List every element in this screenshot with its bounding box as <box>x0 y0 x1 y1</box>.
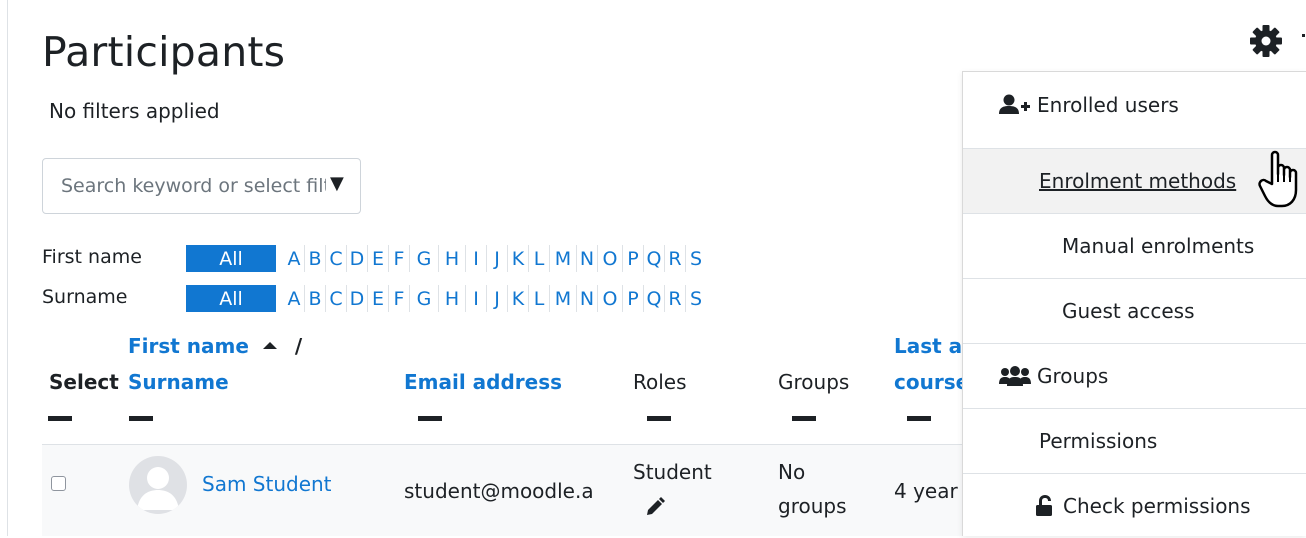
users-icon <box>999 366 1031 386</box>
first-name-initial[interactable]: E <box>367 245 388 272</box>
menu-item-label: Manual enrolments <box>1062 234 1255 258</box>
avatar <box>129 456 187 514</box>
header-groups: Groups <box>778 370 850 394</box>
search-filter-box[interactable]: ▼ <box>42 158 361 214</box>
gear-dropdown-caret-icon[interactable] <box>1302 34 1305 37</box>
first-name-initial[interactable]: J <box>486 245 507 272</box>
first-name-initial[interactable]: R <box>664 245 685 272</box>
collapse-column-icon[interactable] <box>647 416 671 421</box>
first-name-initials-label: First name <box>42 246 142 268</box>
menu-item-label: Guest access <box>1062 299 1195 323</box>
participant-email: student@moodle.a <box>404 479 594 503</box>
participant-groups-line2: groups <box>778 494 847 518</box>
first-name-initial[interactable]: S <box>685 245 706 272</box>
menu-item-enrolment-methods[interactable]: Enrolment methods <box>963 148 1306 213</box>
hand-pointer-cursor-icon <box>1258 150 1298 208</box>
surname-initials-label: Surname <box>42 286 128 308</box>
user-plus-icon <box>999 94 1030 114</box>
search-input[interactable] <box>61 173 326 199</box>
surname-initial[interactable]: A <box>284 285 304 312</box>
first-name-initial[interactable]: N <box>576 245 597 272</box>
surname-initial[interactable]: L <box>528 285 549 312</box>
surname-initial[interactable]: J <box>486 285 507 312</box>
menu-item-permissions[interactable]: Permissions <box>963 408 1306 473</box>
menu-item-manual-enrolments[interactable]: Manual enrolments <box>963 213 1306 278</box>
first-name-initial[interactable]: Q <box>643 245 664 272</box>
surname-initial[interactable]: D <box>346 285 367 312</box>
surname-initial[interactable]: N <box>576 285 597 312</box>
default-user-icon <box>137 467 179 510</box>
menu-item-check-permissions[interactable]: Check permissions <box>963 473 1306 538</box>
surname-initial[interactable]: R <box>664 285 685 312</box>
menu-item-groups[interactable]: Groups <box>963 343 1306 408</box>
surname-initial[interactable]: Q <box>643 285 664 312</box>
collapse-column-icon[interactable] <box>48 416 72 421</box>
first-name-initial[interactable]: I <box>465 245 486 272</box>
surname-initial[interactable]: H <box>438 285 465 312</box>
surname-initial[interactable]: I <box>465 285 486 312</box>
header-first-name[interactable]: First name <box>128 334 249 358</box>
first-name-initial[interactable]: M <box>549 245 576 272</box>
page-left-border <box>7 0 8 536</box>
header-last-access-sort-link-line2[interactable]: course <box>894 370 962 394</box>
surname-initial[interactable]: P <box>622 285 643 312</box>
menu-item-label: Enrolment methods <box>1039 169 1237 193</box>
first-name-initial[interactable]: F <box>388 245 409 272</box>
pencil-icon[interactable] <box>645 497 665 517</box>
settings-dropdown-menu: Enrolled users Enrolment methods Manual … <box>962 71 1306 536</box>
first-name-initial[interactable]: L <box>528 245 549 272</box>
first-name-initial[interactable]: K <box>507 245 528 272</box>
first-name-initial[interactable]: D <box>346 245 367 272</box>
surname-initial[interactable]: C <box>325 285 346 312</box>
menu-item-label: Groups <box>1037 364 1109 388</box>
collapse-column-icon[interactable] <box>418 416 442 421</box>
surname-initial[interactable]: O <box>597 285 622 312</box>
menu-item-guest-access[interactable]: Guest access <box>963 278 1306 343</box>
surname-initial[interactable]: G <box>409 285 438 312</box>
filter-status: No filters applied <box>49 99 220 123</box>
first-name-initial[interactable]: B <box>304 245 325 272</box>
first-name-initial[interactable]: H <box>438 245 465 272</box>
header-select: Select <box>49 370 119 394</box>
collapse-column-icon[interactable] <box>907 416 931 421</box>
menu-item-label: Enrolled users <box>1037 92 1179 117</box>
row-select-checkbox[interactable] <box>51 476 66 491</box>
collapse-column-icon[interactable] <box>792 416 816 421</box>
header-last-access-sort-link[interactable]: Last access to <box>894 334 962 358</box>
surname-initials-bar: All A B C D E F G H I J K L M N O P Q R … <box>186 285 706 312</box>
participant-name-link[interactable]: Sam Student <box>202 472 332 496</box>
menu-item-label: Permissions <box>1039 429 1158 453</box>
surname-initial[interactable]: M <box>549 285 576 312</box>
surname-initial[interactable]: K <box>507 285 528 312</box>
header-surname-sort-link[interactable]: Surname <box>128 370 229 394</box>
header-name-separator: / <box>294 334 303 358</box>
first-name-initial[interactable]: P <box>622 245 643 272</box>
unlock-icon <box>1036 495 1052 516</box>
first-name-initial-all[interactable]: All <box>186 245 276 272</box>
menu-item-label: Check permissions <box>1063 494 1251 518</box>
first-name-initial[interactable]: G <box>409 245 438 272</box>
surname-initial[interactable]: F <box>388 285 409 312</box>
page-title: Participants <box>42 28 286 76</box>
header-email-sort-link[interactable]: Email address <box>404 370 562 394</box>
collapse-column-icon[interactable] <box>129 416 153 421</box>
gear-icon[interactable] <box>1249 24 1283 58</box>
first-name-initial[interactable]: A <box>284 245 304 272</box>
menu-item-enrolled-users[interactable]: Enrolled users <box>963 72 1306 137</box>
sort-asc-icon <box>262 342 277 349</box>
participant-role: Student <box>633 460 712 484</box>
surname-initial-all[interactable]: All <box>186 285 276 312</box>
header-first-name-sort-link[interactable]: First name / <box>128 334 302 358</box>
dropdown-caret-icon[interactable]: ▼ <box>330 173 344 194</box>
participant-groups-line1: No <box>778 460 806 484</box>
participant-last-access: 4 year <box>894 479 958 503</box>
surname-initial[interactable]: E <box>367 285 388 312</box>
first-name-initial[interactable]: C <box>325 245 346 272</box>
first-name-initials-bar: All A B C D E F G H I J K L M N O P Q R … <box>186 245 706 272</box>
surname-initial[interactable]: S <box>685 285 706 312</box>
surname-initial[interactable]: B <box>304 285 325 312</box>
first-name-initial[interactable]: O <box>597 245 622 272</box>
header-roles: Roles <box>633 370 687 394</box>
